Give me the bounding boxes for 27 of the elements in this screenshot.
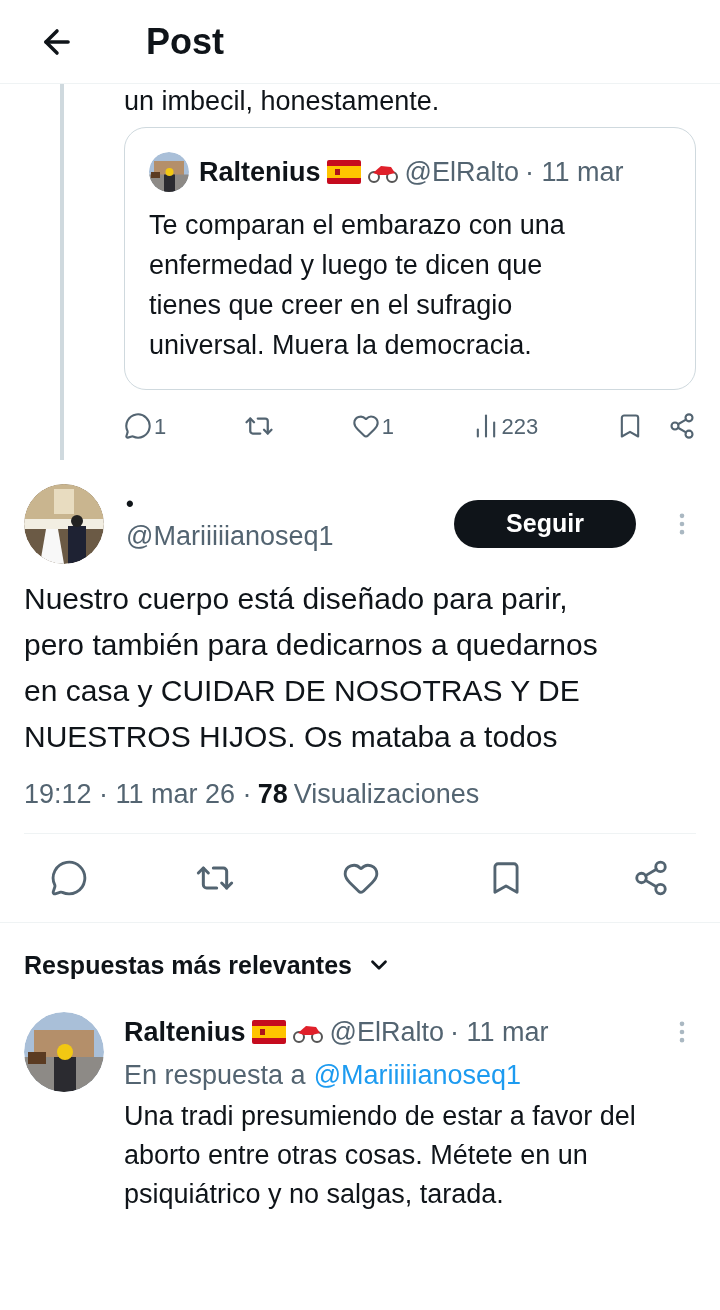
share-button[interactable] [632,858,670,897]
author-name: Raltenius [124,1016,246,1049]
view-count: 78 [257,778,288,811]
follow-button[interactable]: Seguir [454,500,636,548]
quoted-post-card[interactable]: Raltenius @ElRalto · 11 mar Te comparan el embarazo con una enfermedad y luego te dicen que tienes que creer en el sufragio universal. Muera la democracia. [124,127,696,390]
reply-button[interactable] [50,858,88,897]
reply-to-label: En respuesta a [124,1058,306,1092]
flag-icon [326,160,361,185]
post-timestamp: 19:12 · 11 mar 26 · [24,778,252,811]
author-handle: @Mariiiiianoseq1 [126,519,335,553]
post-date: · 11 mar [525,156,624,189]
sort-replies-label[interactable]: Respuestas más relevantes [24,946,352,984]
post-date: · 11 mar [450,1016,549,1049]
author-name: • [126,491,135,516]
reply-text: Una tradi presumiendo de estar a favor del aborto entre otras cosas. Métete en un psiquiátrico y no salgas, tarada. [124,1100,637,1211]
page-title: Post [146,19,224,64]
author-handle: @ElRalto [404,156,519,189]
reply-button[interactable]: 1 [124,409,167,443]
view-count: 223 [501,412,539,441]
post-text: un imbecil, honestamente. [124,86,440,116]
quoted-text: Te comparan el embarazo con una enfermedad y luego te dicen que tienes que creer en el sufragio universal. Muera la democracia. [149,208,566,362]
flag-icon [251,1020,286,1045]
post-text: Nuestro cuerpo está diseñado para parir, pero también para dedicarnos a quedarnos en casa y CUIDAR DE NOSOTRAS Y DE NUESTROS HIJOS. Os mataba a todos [24,581,599,755]
views-label: Visualizaciones [293,778,480,811]
author-handle: @ElRalto [329,1016,444,1049]
like-button[interactable]: 1 [351,409,394,443]
author-name: Raltenius [199,156,321,189]
